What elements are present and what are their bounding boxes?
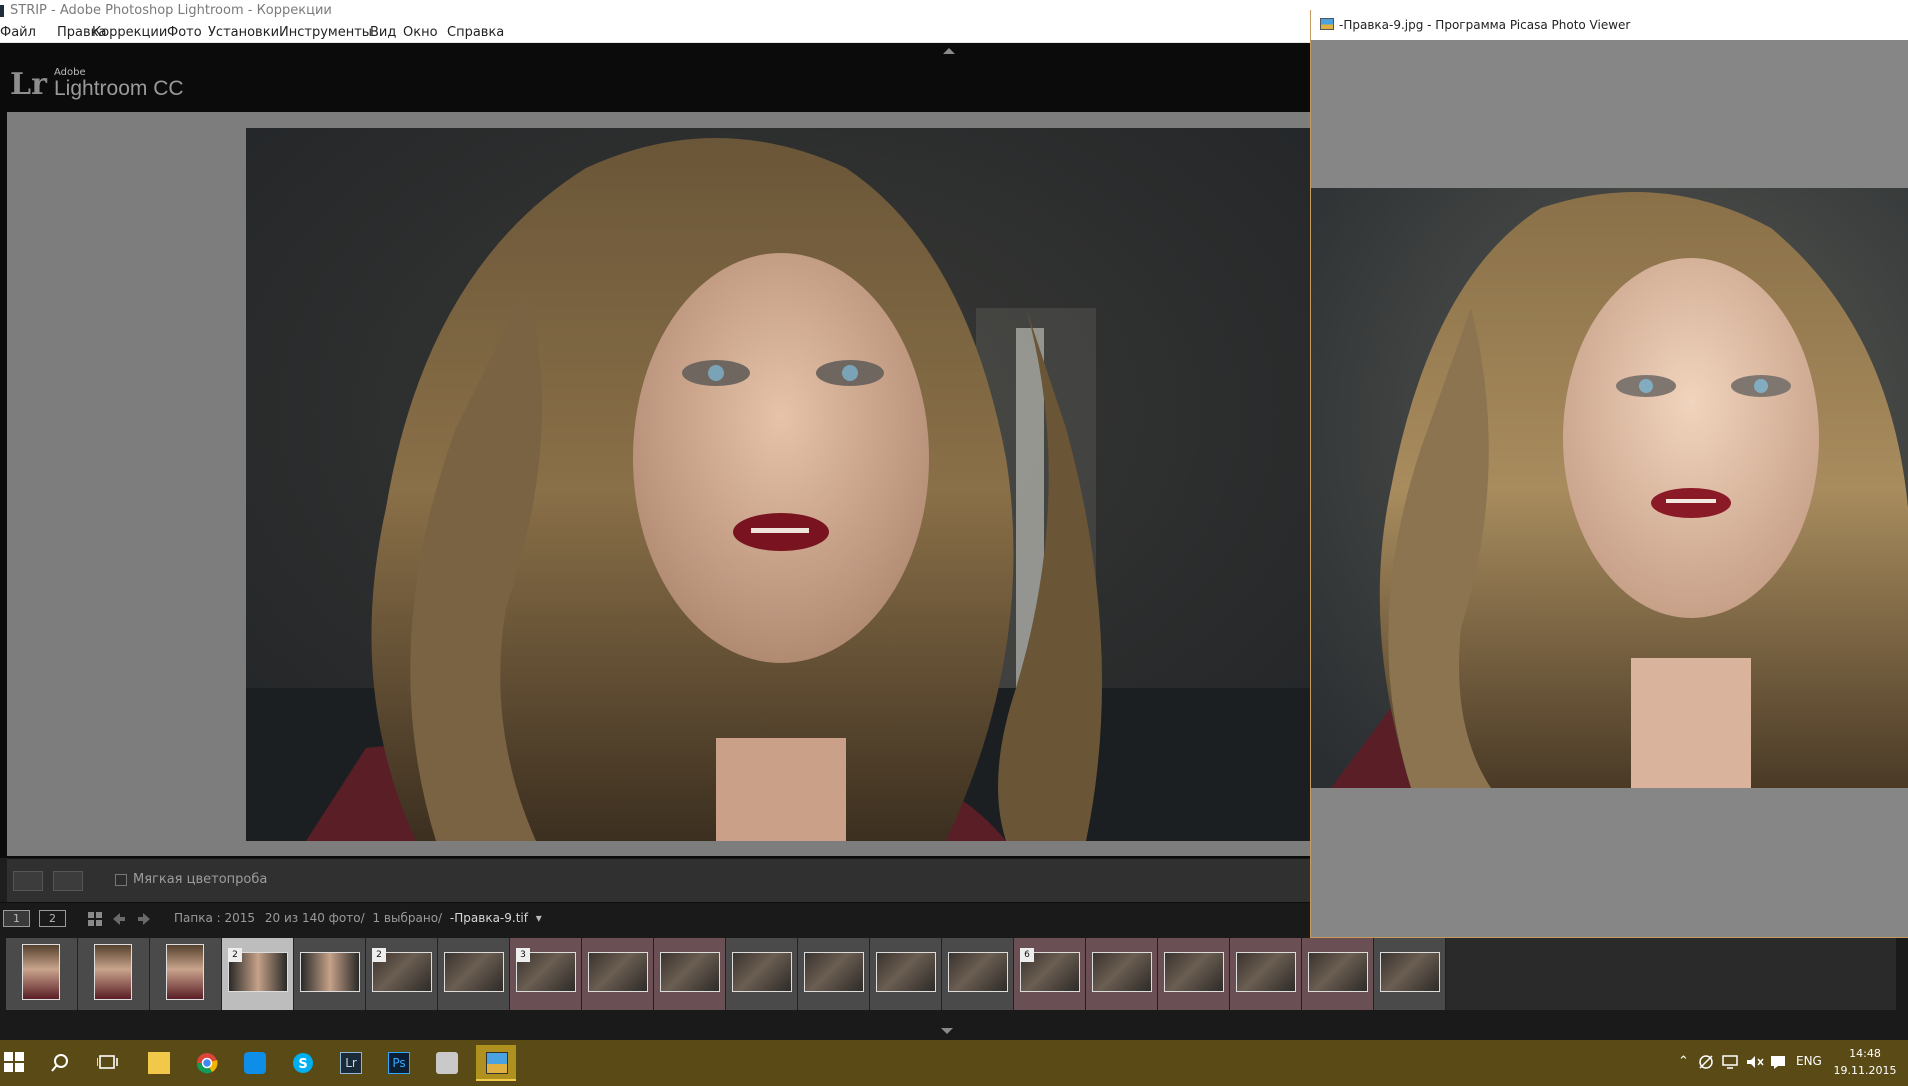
filmstrip-thumbnail[interactable]	[438, 938, 510, 1010]
hide-top-panel-arrow-icon[interactable]	[943, 48, 955, 54]
filmstrip-thumbnail[interactable]: 6	[1014, 938, 1086, 1010]
taskbar-teamviewer[interactable]	[234, 1045, 274, 1081]
lightroom-product-name: Lightroom CC	[54, 77, 184, 100]
menu-photo[interactable]: Фото	[167, 25, 202, 40]
taskbar-chrome[interactable]	[186, 1045, 226, 1081]
portrait-photo-lightroom	[246, 128, 1310, 841]
menu-window[interactable]: Окно	[403, 25, 438, 40]
filmstrip-thumbnail[interactable]	[294, 938, 366, 1010]
stack-count-badge[interactable]: 3	[516, 948, 530, 962]
loupe-view-button[interactable]	[13, 871, 43, 891]
tray-display-icon[interactable]	[1722, 1055, 1740, 1069]
menu-help[interactable]: Справка	[447, 25, 504, 40]
picasa-window-title: -Правка-9.jpg - Программа Picasa Photo V…	[1339, 18, 1631, 32]
filmstrip-thumbnail[interactable]	[1158, 938, 1230, 1010]
filmstrip-thumbnail[interactable]	[150, 938, 222, 1010]
grid-view-icon[interactable]	[88, 912, 102, 926]
filmstrip-thumbnail[interactable]	[1086, 938, 1158, 1010]
menu-file[interactable]: Файл	[0, 25, 36, 40]
tray-clock[interactable]: 14:48 19.11.2015	[1828, 1045, 1902, 1079]
soft-proof-label: Мягкая цветопроба	[133, 872, 268, 887]
second-monitor-button[interactable]: 2	[39, 910, 66, 927]
taskbar-picasa-photo-viewer[interactable]	[476, 1045, 516, 1081]
desktop: STRIP - Adobe Photoshop Lightroom - Корр…	[0, 0, 1908, 1086]
lightroom-app-icon	[0, 5, 4, 17]
filmstrip-thumbnail[interactable]	[726, 938, 798, 1010]
tray-chevron-up-icon[interactable]: ⌃	[1678, 1054, 1689, 1069]
taskbar-photoshop[interactable]: Ps	[378, 1045, 418, 1081]
chrome-icon	[196, 1053, 218, 1074]
filmstrip-thumbnail[interactable]	[1302, 938, 1374, 1010]
lightroom-identity-plate: Lr Adobe Lightroom CC	[0, 43, 1310, 111]
before-after-button[interactable]	[53, 871, 83, 891]
soft-proof-checkbox[interactable]	[115, 874, 127, 886]
filmstrip-thumbnail[interactable]	[870, 938, 942, 1010]
stack-count-badge[interactable]: 2	[372, 948, 386, 962]
filmstrip-thumbnail[interactable]	[6, 938, 78, 1010]
lightroom-icon: Lr	[340, 1052, 362, 1074]
taskbar-file-explorer[interactable]	[138, 1045, 178, 1081]
filmstrip-bottom-bar	[0, 1014, 1908, 1040]
file-explorer-icon	[148, 1052, 170, 1074]
stack-count-badge[interactable]: 6	[1020, 948, 1034, 962]
filmstrip-thumbnail[interactable]	[798, 938, 870, 1010]
filmstrip-thumbnail[interactable]	[654, 938, 726, 1010]
taskbar-lightroom[interactable]: Lr	[330, 1045, 370, 1081]
portrait-photo-picasa	[1311, 188, 1908, 788]
tray-volume-muted-icon[interactable]	[1746, 1055, 1764, 1069]
filmstrip-thumbnail-selected[interactable]: 2	[222, 938, 294, 1010]
next-arrow-icon[interactable]	[137, 912, 151, 926]
main-monitor-button[interactable]: 1	[3, 910, 30, 927]
lightroom-window-title: STRIP - Adobe Photoshop Lightroom - Корр…	[10, 3, 332, 18]
taskbar-skype[interactable]: S	[282, 1045, 322, 1081]
loupe-photo[interactable]	[246, 128, 1310, 841]
filename-dropdown-icon[interactable]: ▾	[536, 911, 542, 925]
teamviewer-icon	[244, 1052, 266, 1074]
filmstrip-thumbnail[interactable]	[942, 938, 1014, 1010]
selected-count: 1 выбрано/	[372, 911, 443, 925]
photoshop-icon: Ps	[388, 1052, 410, 1074]
lightroom-toolbar: Мягкая цветопроба	[7, 858, 1310, 902]
clock-time: 14:48	[1849, 1047, 1881, 1060]
menu-tools[interactable]: Инструменты	[279, 25, 372, 40]
menu-view[interactable]: Вид	[370, 25, 396, 40]
start-icon[interactable]	[4, 1052, 24, 1072]
filmstrip-thumbnail[interactable]: 3	[510, 938, 582, 1010]
filmstrip: 2 2 3 6	[0, 934, 1908, 1014]
clock-date: 19.11.2015	[1833, 1064, 1897, 1077]
skype-icon: S	[293, 1053, 313, 1073]
printer-icon	[436, 1052, 458, 1074]
tray-notifications-icon[interactable]	[1770, 1055, 1786, 1069]
picasa-app-icon	[1320, 18, 1334, 30]
picasa-photo[interactable]	[1311, 188, 1908, 788]
tray-network-sync-icon[interactable]	[1697, 1054, 1715, 1070]
filmstrip-source-path[interactable]: Папка : 2015 20 из 140 фото/ 1 выбрано/ …	[174, 911, 542, 925]
windows-taskbar: S Lr Ps ⌃ ENG 14:48 19.11.2015	[0, 1040, 1908, 1086]
tray-language[interactable]: ENG	[1796, 1054, 1822, 1068]
filmstrip-thumbnail[interactable]	[78, 938, 150, 1010]
folder-label: Папка : 2015	[174, 911, 256, 925]
hide-filmstrip-arrow-icon[interactable]	[941, 1028, 953, 1034]
picasa-photo-viewer-window[interactable]: -Правка-9.jpg - Программа Picasa Photo V…	[1310, 10, 1908, 938]
filmstrip-thumbnail[interactable]	[582, 938, 654, 1010]
lightroom-logo: Lr	[10, 67, 47, 102]
filmstrip-thumbnail[interactable]	[1230, 938, 1302, 1010]
svg-text:S: S	[298, 1057, 307, 1072]
filmstrip-thumbnail[interactable]	[1374, 938, 1446, 1010]
stack-count-badge[interactable]: 2	[228, 948, 242, 962]
taskbar-printer[interactable]	[426, 1045, 466, 1081]
current-filename: -Правка-9.tif	[449, 911, 528, 925]
picasa-photo-viewer-icon	[486, 1052, 508, 1074]
search-icon[interactable]	[50, 1053, 70, 1073]
task-view-icon[interactable]	[97, 1054, 119, 1072]
menu-settings[interactable]: Установки	[208, 25, 279, 40]
picasa-title-bar[interactable]: -Правка-9.jpg - Программа Picasa Photo V…	[1311, 10, 1908, 40]
previous-arrow-icon[interactable]	[112, 912, 126, 926]
filmstrip-thumbnail[interactable]: 2	[366, 938, 438, 1010]
menu-develop[interactable]: Коррекции	[92, 25, 167, 40]
photo-count: 20 из 140 фото/	[264, 911, 365, 925]
